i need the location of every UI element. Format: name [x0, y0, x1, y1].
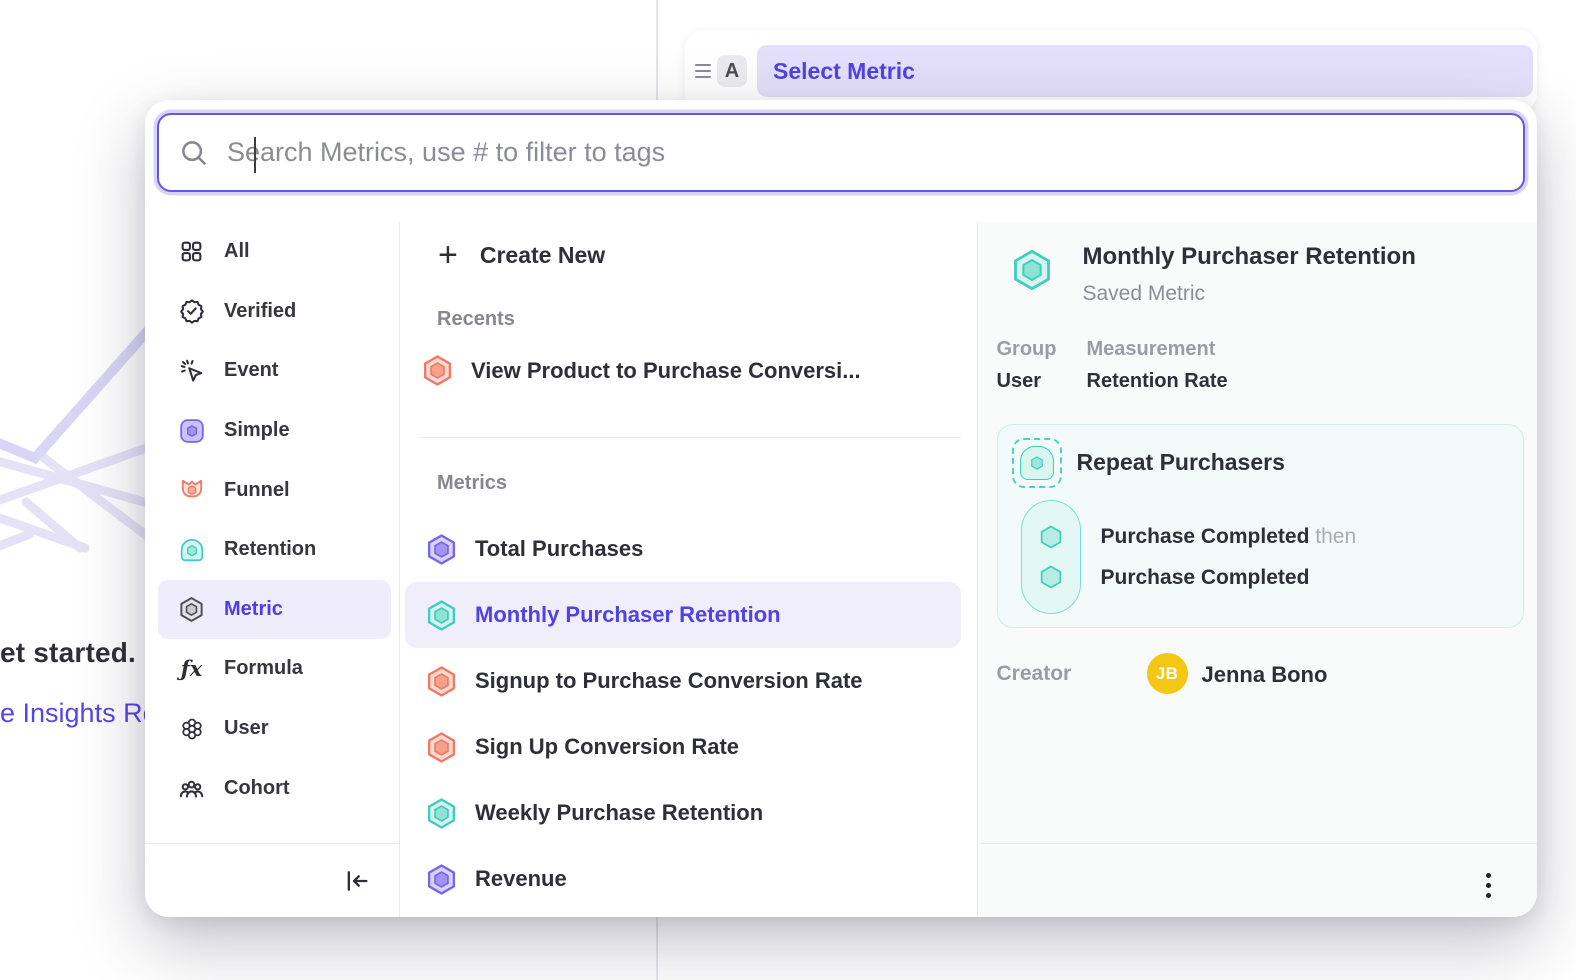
event-sequence-capsule	[1021, 500, 1081, 614]
group-field-value: User	[997, 370, 1041, 393]
sidebar-item-formula[interactable]: ƒx Formula	[145, 639, 399, 699]
event-hexagon-icon	[1037, 523, 1065, 551]
sidebar-item-label: Simple	[224, 419, 290, 442]
salmon-metric-hexagon-icon	[425, 731, 458, 764]
definition-step-2: Purchase Completed	[1101, 566, 1310, 590]
metric-row-weekly-purchase-retention[interactable]: Weekly Purchase Retention	[405, 780, 961, 846]
simple-metric-icon	[178, 417, 205, 444]
cohort-icon	[178, 775, 205, 802]
sidebar-item-label: Verified	[224, 300, 296, 323]
retention-definition-icon	[1012, 438, 1062, 488]
sidebar-item-label: All	[224, 240, 250, 263]
step-connector: then	[1315, 525, 1356, 548]
teal-metric-hexagon-icon	[425, 797, 458, 830]
teal-metric-hexagon-icon	[425, 599, 458, 632]
metrics-header: Metrics	[437, 472, 507, 495]
verified-badge-icon	[178, 298, 205, 325]
user-cluster-icon	[178, 715, 205, 742]
metric-detail-panel: Monthly Purchaser Retention Saved Metric…	[980, 222, 1538, 917]
definition-step-1: Purchase Completed then	[1101, 525, 1357, 549]
sidebar-item-label: Formula	[224, 657, 303, 680]
formula-icon: ƒx	[178, 655, 205, 682]
funnel-metric-hexagon-icon	[421, 354, 454, 387]
sidebar-item-label: Retention	[224, 538, 316, 561]
group-field-label: Group	[997, 338, 1057, 361]
metric-list-panel: + Create New Recents View Product to Pur…	[401, 222, 978, 917]
detail-footer	[980, 843, 1538, 917]
metric-row-signup-to-purchase-conversion-rate[interactable]: Signup to Purchase Conversion Rate	[405, 648, 961, 714]
sidebar-item-label: Cohort	[224, 777, 290, 800]
cursor-click-icon	[178, 357, 205, 384]
more-options-kebab-icon[interactable]	[1482, 869, 1495, 902]
metric-row-revenue[interactable]: Revenue	[405, 846, 961, 912]
sidebar-item-verified[interactable]: Verified	[145, 282, 399, 342]
recent-item-label: View Product to Purchase Conversi...	[471, 358, 861, 384]
detail-subtitle: Saved Metric	[1083, 282, 1206, 306]
metric-row-total-purchases[interactable]: Total Purchases	[405, 516, 961, 582]
retention-icon	[178, 536, 205, 563]
detail-title: Monthly Purchaser Retention	[1083, 243, 1416, 271]
sidebar-item-label: Funnel	[224, 479, 290, 502]
select-metric-button[interactable]: Select Metric	[757, 45, 1533, 97]
sidebar-item-all[interactable]: All	[145, 222, 399, 282]
sidebar-item-label: Event	[224, 359, 278, 382]
creator-name: Jenna Bono	[1202, 662, 1328, 688]
grid-icon	[178, 238, 205, 265]
definition-title: Repeat Purchasers	[1077, 449, 1285, 476]
purple-metric-hexagon-icon	[425, 863, 458, 896]
measurement-field-value: Retention Rate	[1087, 370, 1228, 393]
create-new-button[interactable]: + Create New	[438, 238, 605, 272]
sidebar-item-label: Metric	[224, 598, 283, 621]
definition-card: Repeat Purchasers Purchase Completed the…	[997, 424, 1524, 628]
text-caret	[254, 137, 256, 173]
drag-handle-icon[interactable]	[695, 64, 711, 78]
sidebar-item-cohort[interactable]: Cohort	[145, 758, 399, 818]
sidebar-item-label: User	[224, 717, 268, 740]
purple-metric-hexagon-icon	[425, 533, 458, 566]
decorative-chart-lines	[0, 320, 160, 600]
creator-avatar: JB	[1147, 653, 1188, 694]
metric-hexagon-icon	[178, 596, 205, 623]
sidebar-item-simple[interactable]: Simple	[145, 401, 399, 461]
creator-label: Creator	[997, 662, 1072, 686]
metric-row-sign-up-conversion-rate[interactable]: Sign Up Conversion Rate	[405, 714, 961, 780]
sidebar-item-retention[interactable]: Retention	[145, 520, 399, 580]
metric-row-monthly-purchaser-retention[interactable]: Monthly Purchaser Retention	[405, 582, 961, 648]
background-heading-fragment: et started.	[0, 637, 136, 669]
search-box[interactable]	[157, 113, 1525, 192]
event-hexagon-icon	[1037, 563, 1065, 591]
sidebar-item-funnel[interactable]: Funnel	[145, 460, 399, 520]
background-report-link[interactable]: e Insights Re	[0, 698, 158, 729]
sidebar-footer	[145, 843, 399, 917]
collapse-panel-icon[interactable]	[343, 867, 371, 895]
search-icon	[179, 138, 209, 168]
type-filter-sidebar: All Verified E	[145, 222, 400, 917]
list-divider	[419, 437, 961, 438]
saved-metric-hexagon-icon	[1010, 248, 1054, 292]
metric-picker-modal: All Verified E	[145, 100, 1537, 917]
sidebar-item-user[interactable]: User	[145, 699, 399, 759]
sidebar-item-metric[interactable]: Metric	[158, 580, 391, 640]
recents-header: Recents	[437, 308, 515, 331]
plus-icon: +	[438, 238, 458, 272]
recent-metric-item[interactable]: View Product to Purchase Conversi...	[421, 354, 861, 387]
salmon-metric-hexagon-icon	[425, 665, 458, 698]
query-letter-badge[interactable]: A	[717, 55, 747, 87]
search-input[interactable]	[227, 137, 1503, 168]
measurement-field-label: Measurement	[1087, 338, 1216, 361]
sidebar-item-event[interactable]: Event	[145, 341, 399, 401]
funnel-icon	[178, 477, 205, 504]
